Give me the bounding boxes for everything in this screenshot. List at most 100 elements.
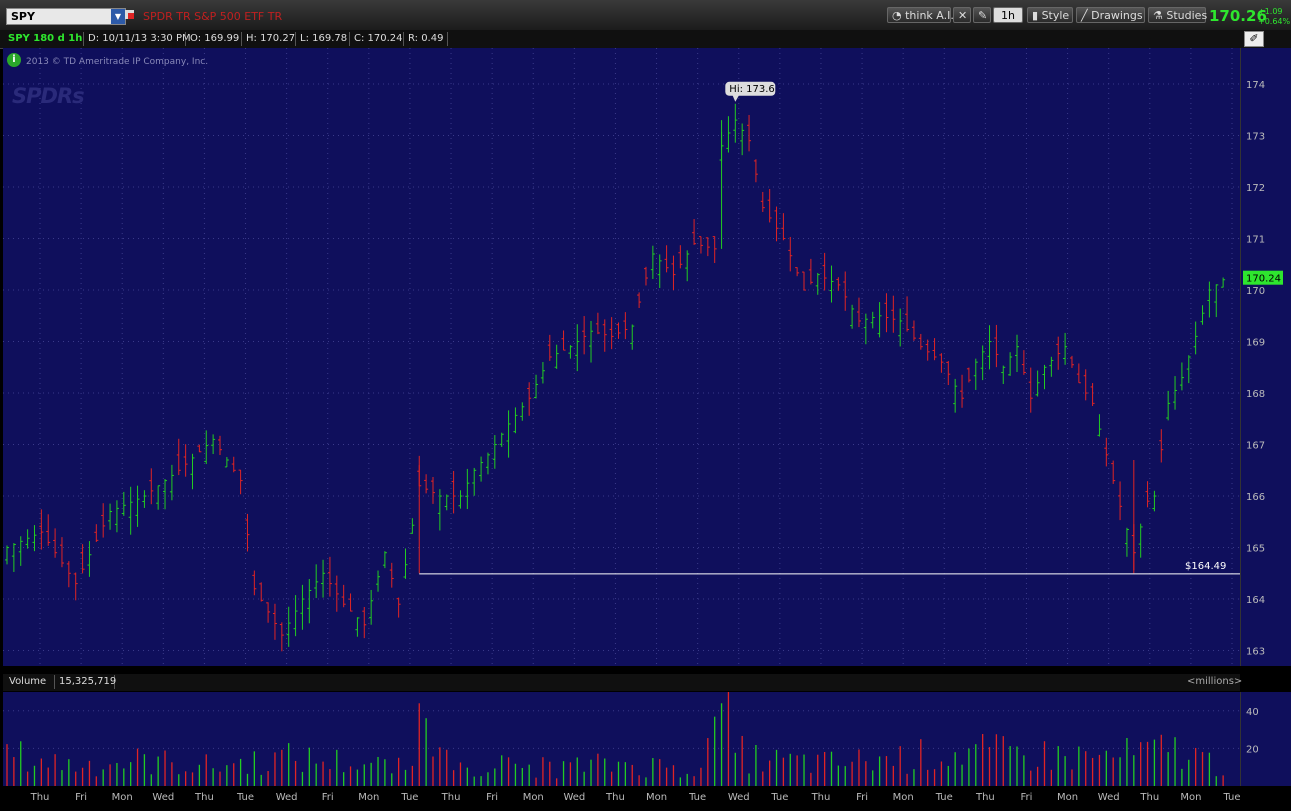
ohlc-bar [293,595,298,637]
ohlc-bar [884,293,889,333]
symbol-value: SPY [11,10,35,23]
style-icon: ▮ [1032,9,1039,22]
ohlc-bar [891,295,896,333]
ohlc-bar [527,382,532,416]
ohlc-bar [286,606,291,647]
ohlc-info-bar: SPY 180 d 1h D: 10/11/13 3:30 PM O: 169.… [0,30,1291,49]
interval-button[interactable]: 1h [993,7,1023,23]
ohlc-bar [18,536,23,566]
price-axis[interactable]: 174 173 172 171 170 169 168 167 166 165 164 163 170.… [1240,48,1291,666]
ohlc-bar [747,114,752,152]
ohlc-bar [11,543,16,572]
ohlc-bar [712,236,717,264]
ohlc-bar [561,330,566,351]
ohlc-bar [341,584,346,608]
ohlc-bar [630,324,635,350]
low-readout: L: 169.78 [296,32,350,46]
ohlc-bar [774,206,779,242]
ohlc-bar [946,361,951,386]
ohlc-bar [1166,390,1171,421]
ohlc-bar [272,603,277,640]
ohlc-bar [506,410,511,458]
ohlc-bar [918,333,923,350]
ohlc-bar [1035,370,1040,397]
chart-id-label[interactable]: SPY 180 d 1h [4,32,84,46]
ohlc-bar [1152,490,1157,512]
ohlc-bar [245,513,250,552]
price-chart-panel[interactable]: $164.49 Hi: 173.6 [3,48,1240,666]
style-button[interactable]: ▮ Style [1027,7,1073,23]
ohlc-bar [108,503,113,530]
ohlc-bar [870,311,875,329]
crosshair-button[interactable]: ✕ [953,7,971,23]
date-label: Wed [563,792,585,803]
info-icon[interactable]: i [7,53,21,67]
ohlc-bar [788,236,793,272]
ohlc-bar [142,490,147,508]
ohlc-bar [815,272,820,295]
ohlc-bar [1083,369,1088,401]
ohlc-bar [1063,332,1068,365]
hi-label: Hi: 173.6 [729,84,774,95]
ohlc-bar [850,304,855,329]
ohlc-bar [307,579,312,624]
ohlc-bar [637,292,642,308]
price-tick-label: 169 [1246,338,1265,349]
ohlc-bar [472,467,477,496]
ohlc-bar [1214,284,1219,318]
date-label: Thu [441,792,461,803]
ohlc-bar [547,334,552,361]
ohlc-bar [224,457,229,468]
ohlc-bar [1104,437,1109,467]
crosshair-icon: ✕ [958,9,968,22]
ohlc-bar [698,236,703,254]
hi-pointer [732,94,740,102]
wrench-icon: ✎ [978,9,988,22]
style-label: Style [1041,9,1070,22]
drawings-button[interactable]: ╱ Drawings [1076,7,1145,23]
date-label: Mon [358,792,379,803]
ohlc-bar [808,258,813,285]
drawing-tool-button[interactable]: ✐ [1244,31,1264,47]
ohlc-bar [334,575,339,612]
ohlc-bar [616,322,621,339]
ohlc-bar [59,537,64,568]
ohlc-bar [135,485,140,527]
date-axis-svg: Thu Fri Mon Wed Thu Tue Wed Fri Mon Tue Thu Fri Mon W… [30,792,1241,803]
think-ai-button[interactable]: ◔ think A.I. [887,7,954,23]
interval-label: 1h [1001,9,1015,22]
wrench-button[interactable]: ✎ [973,7,991,23]
ohlc-bar [382,551,387,569]
ohlc-bar [300,584,305,630]
volume-title[interactable]: Volume [5,675,55,689]
ohlc-bar [973,358,978,390]
symbol-dropdown-icon[interactable]: ▼ [111,9,125,24]
date-label: Fri [856,792,868,803]
ohlc-bar [149,468,154,505]
volume-unit: <millions> [1187,676,1243,687]
date-label: Wed [276,792,298,803]
close-readout: C: 170.24 [350,32,404,46]
ohlc-bar [1207,281,1212,318]
studies-button[interactable]: ⚗ Studies [1148,7,1207,23]
ohlc-bar [575,324,580,372]
ohlc-bar [66,561,71,588]
volume-chart-panel[interactable] [3,689,1240,786]
ohlc-bar [259,582,264,602]
price-tick-label: 172 [1246,183,1265,194]
ohlc-bar [183,444,188,477]
date-label: Mon [1180,792,1201,803]
ohlc-bar [362,606,367,639]
change-percent: +0.64% [1258,17,1291,26]
ohlc-bar [231,456,236,473]
ohlc-bar [829,265,834,303]
ohlc-bar [1028,367,1033,413]
date-label: Fri [486,792,498,803]
ohlc-bar [767,188,772,223]
ohlc-bar [1118,481,1123,521]
ohlc-bar [169,464,174,501]
date-label: Thu [975,792,995,803]
symbol-input[interactable]: SPY ▼ [6,8,126,25]
date-label: Fri [75,792,87,803]
ohlc-bar [479,456,484,482]
